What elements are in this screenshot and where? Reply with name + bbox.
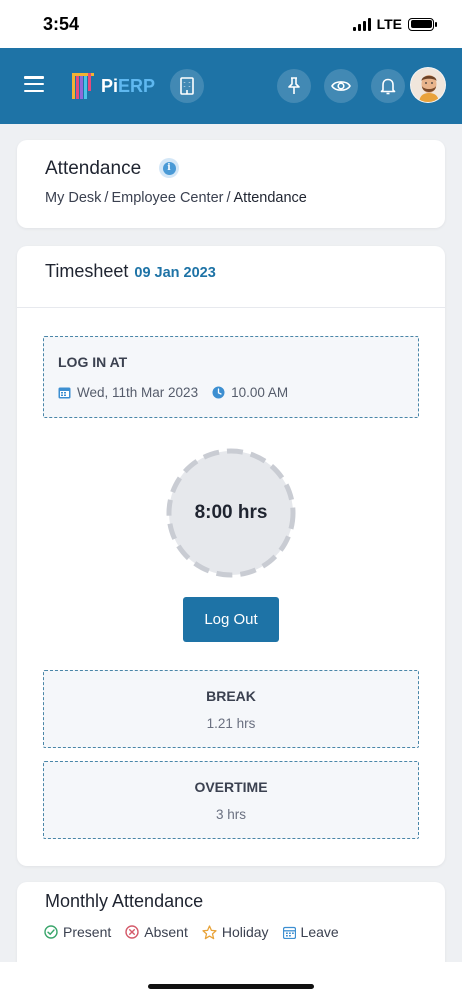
legend-present: Present [44,924,111,940]
legend-holiday-label: Holiday [221,924,269,940]
building-icon [180,77,194,95]
timesheet-card: Timesheet 09 Jan 2023 LOG IN AT Wed, 11th… [17,246,445,866]
break-box: BREAK 1.21 hrs [43,670,419,748]
break-value: 1.21 hrs [206,716,256,731]
logo-text-erp: ERP [118,75,156,96]
timesheet-header: Timesheet 09 Jan 2023 [45,261,216,282]
status-time: 3:54 [43,14,80,34]
status-bar: 3:54 LTE [0,0,462,48]
battery-icon [408,17,437,31]
logo-text-pi: Pi [101,75,119,96]
log-out-button[interactable]: Log Out [183,597,279,642]
x-circle-icon [125,925,139,939]
page-title: Attendance [45,158,142,179]
break-label: BREAK [206,688,256,704]
status-indicators: LTE [352,16,437,32]
pin-icon [288,77,300,94]
home-indicator[interactable] [148,984,314,989]
attendance-legend: Present Absent Holiday Leave [44,924,353,940]
legend-absent: Absent [125,924,188,940]
clock-icon [212,386,225,399]
legend-present-label: Present [63,924,112,940]
view-button[interactable] [324,69,358,103]
overtime-box: OVERTIME 3 hrs [43,761,419,839]
timesheet-title: Timesheet [45,261,129,281]
monthly-title: Monthly Attendance [45,891,204,911]
login-label: LOG IN AT [58,354,128,370]
timesheet-date: 09 Jan 2023 [134,265,216,281]
breadcrumb: My Desk / Employee Center / Attendance [45,190,307,206]
logo-mark-icon [70,70,100,102]
app-logo[interactable]: PiERP [70,68,155,104]
signal-icon [352,17,371,31]
notifications-button[interactable] [371,69,405,103]
page-header-card: Attendance i My Desk / Employee Center / Att… [17,140,445,228]
user-avatar[interactable] [410,67,446,103]
home-indicator-area [0,962,462,1000]
hours-worked: 8:00 hrs [194,502,268,523]
info-icon[interactable]: i [159,158,179,178]
star-icon [202,924,217,939]
login-box: LOG IN AT Wed, 11th Mar 2023 10.00 AM [43,336,419,418]
calendar-icon [282,926,296,939]
overtime-label: OVERTIME [194,779,268,795]
building-button[interactable] [170,69,204,103]
card-divider [17,307,445,308]
legend-holiday: Holiday [202,924,269,940]
overtime-value: 3 hrs [215,807,246,822]
legend-leave-label: Leave [300,924,339,940]
login-details: Wed, 11th Mar 2023 10.00 AM [58,385,288,400]
hamburger-menu-icon[interactable] [24,76,44,92]
network-label: LTE [376,16,402,32]
breadcrumb-current: Attendance [233,190,307,206]
legend-leave: Leave [282,924,339,940]
pin-button[interactable] [277,69,311,103]
bell-icon [380,78,396,95]
top-navbar: PiERP [0,48,462,124]
breadcrumb-employee-center[interactable]: Employee Center [111,190,223,206]
login-time: 10.00 AM [231,385,289,400]
calendar-icon [58,387,71,399]
login-date: Wed, 11th Mar 2023 [77,385,199,400]
check-circle-icon [44,925,58,939]
breadcrumb-my-desk[interactable]: My Desk [45,190,101,206]
legend-absent-label: Absent [144,924,188,940]
eye-icon [331,81,351,91]
